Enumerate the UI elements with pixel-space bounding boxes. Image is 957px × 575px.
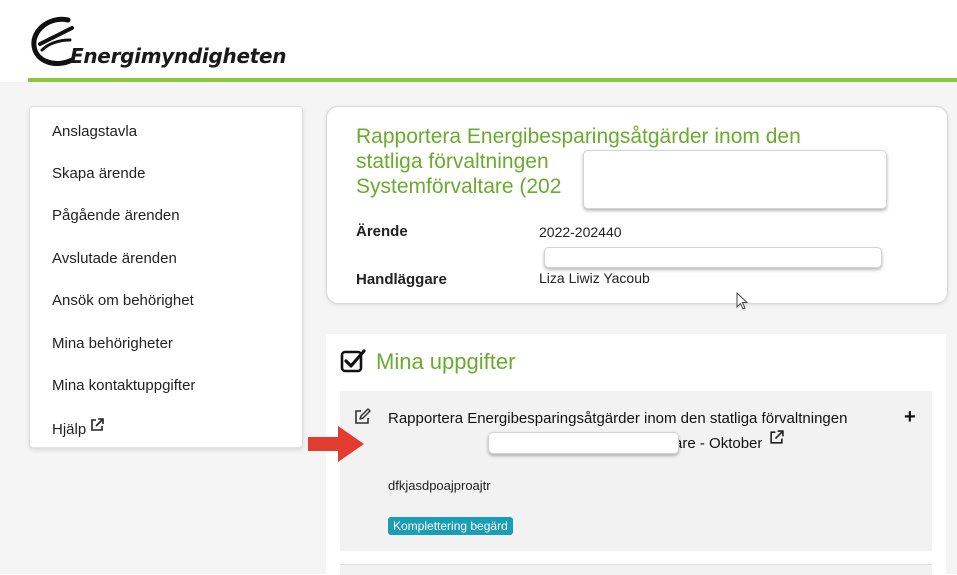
sidebar-item-pagaende-arenden[interactable]: Pågående ärenden [52,207,180,224]
sidebar-item-label: Anslagstavla [52,123,138,140]
sidebar-item-label: Pågående ärenden [52,207,180,224]
sidebar-item-anslagstavla[interactable]: Anslagstavla [52,123,137,140]
checked-square-icon [340,349,366,378]
mouse-cursor-icon [736,291,750,315]
redaction-box [583,150,887,209]
arende-label: Ärende [356,223,408,240]
external-link-icon [91,418,105,431]
sidebar-item-label: Hjälp [52,421,87,438]
handlaggare-value: Liza Liwiz Yacoub [539,270,650,286]
site-header [0,0,957,82]
sidebar-item-mina-kontaktuppgifter[interactable]: Mina kontaktuppgifter [52,377,195,394]
sidebar-item-label: Mina behörigheter [52,335,173,352]
tasks-heading: Mina uppgifter [376,349,516,374]
redaction-box [488,432,679,454]
sidebar-item-skapa-arende[interactable]: Skapa ärende [52,165,145,182]
sidebar-item-mina-behorigheter[interactable]: Mina behörigheter [52,335,173,352]
logo-text[interactable]: Energimyndigheten [70,44,286,68]
sidebar-item-avslutade-arenden[interactable]: Avslutade ärenden [52,250,177,267]
plus-icon[interactable]: + [904,406,916,429]
sidebar-item-hjalp[interactable]: Hjälp [52,418,105,438]
sidebar-item-label: Avslutade ärenden [52,250,177,267]
case-title-line: Rapportera Energibesparingsåtgärder inom… [356,125,801,148]
arende-value: 2022-202440 [539,224,622,240]
red-arrow-annotation [306,424,366,469]
handlaggare-label: Handläggare [356,271,447,288]
status-badge: Komplettering begärd [388,517,513,535]
sidebar-item-label: Ansök om behörighet [52,292,194,309]
sidebar-item-ansok-behorighet[interactable]: Ansök om behörighet [52,292,194,309]
external-link-icon [769,430,784,444]
redaction-box [544,247,882,268]
sidebar-nav: Anslagstavla Skapa ärende Pågående ärend… [29,106,303,448]
task-subtitle: dfkjasdpoajproajtr [388,478,491,493]
sidebar-item-label: Skapa ärende [52,165,146,182]
task-card-next[interactable] [340,564,932,575]
task-title-text: Rapportera Energibesparingsåtgärder inom… [388,410,848,427]
logo-icon[interactable] [28,14,76,75]
sidebar-item-label: Mina kontaktuppgifter [52,377,196,394]
